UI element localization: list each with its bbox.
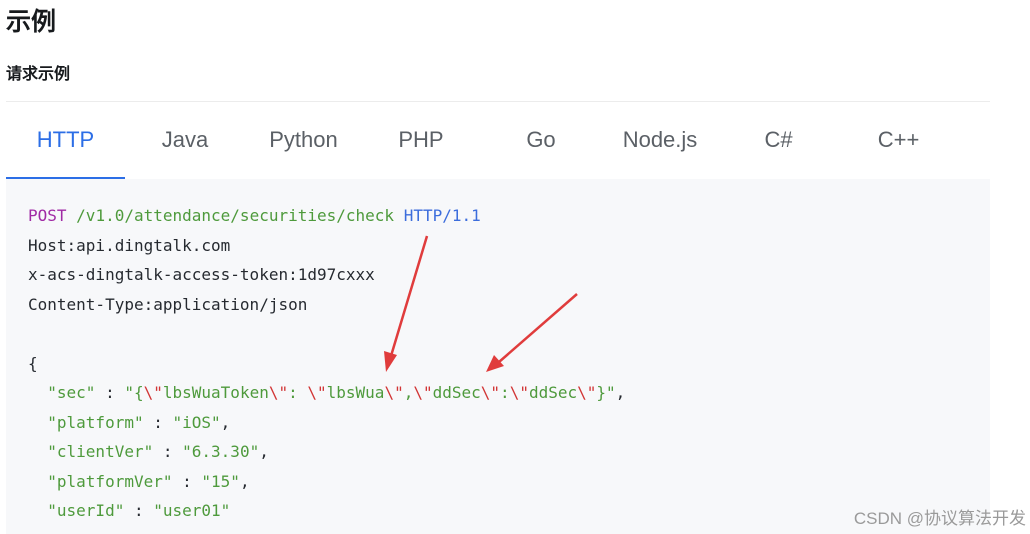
json-value: "6.3.30" [182, 442, 260, 461]
json-value: "user01" [153, 501, 231, 520]
json-field-platform: "platform" : "iOS", [28, 408, 230, 438]
json-field-userid: "userId" : "user01" [28, 496, 230, 526]
json-key: "clientVer" [47, 442, 154, 461]
json-separator: : [172, 471, 202, 491]
escape-sequence: \" [143, 383, 163, 402]
section-title: 请求示例 [6, 64, 71, 83]
host-header: Host:api.dingtalk.com [28, 235, 231, 255]
escape-sequence: \" [307, 383, 327, 402]
tab-python[interactable]: Python [256, 102, 351, 179]
language-tabs: HTTP Java Python PHP Go Node.js C# C++ [6, 101, 990, 180]
escape-sequence: \" [384, 383, 404, 402]
json-key: "platform" [47, 412, 144, 432]
json-comma: , [220, 412, 231, 432]
json-comma: , [239, 471, 250, 491]
tab-java[interactable]: Java [145, 102, 225, 179]
tab-http[interactable]: HTTP [6, 102, 125, 180]
escape-sequence: \" [480, 383, 501, 402]
tab-go[interactable]: Go [511, 102, 571, 179]
json-separator: : [95, 383, 125, 402]
string-fragment: : [500, 383, 510, 402]
json-key: "userId" [47, 501, 125, 520]
json-field-clientver: "clientVer" : "6.3.30", [28, 437, 269, 467]
json-value-sec: "{\"lbsWuaToken\": \"lbsWua\",\"ddSec\":… [124, 383, 615, 402]
string-fragment: , [403, 383, 414, 402]
json-key: "platformVer" [47, 471, 173, 491]
string-fragment: lbsWuaToken [162, 383, 269, 402]
tab-php[interactable]: PHP [386, 102, 456, 179]
sec-value-text: "{\"lbsWuaToken\": \"lbsWua\",\"ddSec\":… [124, 383, 615, 402]
json-value: "iOS" [172, 412, 221, 432]
watermark: CSDN @协议算法开发 [853, 509, 1026, 528]
escape-sequence: \" [509, 383, 529, 402]
string-fragment: "{ [124, 383, 144, 402]
request-path: /v1.0/attendance/securities/check [76, 206, 395, 225]
string-fragment: }" [596, 383, 616, 402]
json-value: "15" [201, 471, 240, 491]
escape-sequence: \" [413, 383, 433, 402]
json-comma: , [259, 442, 269, 461]
string-fragment: ddSec [528, 383, 578, 402]
page-title: 示例 [6, 7, 57, 36]
http-method: POST [28, 206, 67, 225]
string-fragment: : [288, 383, 308, 402]
string-fragment: lbsWua [326, 383, 385, 402]
string-fragment: ddSec [432, 383, 481, 402]
tab-cpp[interactable]: C++ [861, 102, 936, 179]
http-protocol: HTTP/1.1 [403, 206, 481, 225]
tab-csharp[interactable]: C# [751, 102, 806, 179]
request-line: POST /v1.0/attendance/securities/check H… [28, 201, 481, 231]
json-key: "sec" [47, 383, 96, 402]
escape-sequence: \" [268, 383, 289, 402]
escape-sequence: \" [577, 383, 597, 402]
json-separator: : [143, 412, 173, 432]
json-separator: : [124, 501, 154, 520]
json-separator: : [153, 442, 183, 461]
tab-nodejs[interactable]: Node.js [610, 102, 710, 179]
content-type-header: Content-Type:application/json [28, 294, 308, 314]
json-comma: , [615, 383, 626, 402]
json-field-platformver: "platformVer" : "15", [28, 467, 250, 497]
open-brace: { [28, 353, 38, 373]
code-block: POST /v1.0/attendance/securities/check H… [6, 179, 990, 534]
json-field-sec: "sec" : "{\"lbsWuaToken\": \"lbsWua\",\"… [28, 378, 625, 408]
token-header: x-acs-dingtalk-access-token:1d97cxxx [28, 265, 375, 284]
